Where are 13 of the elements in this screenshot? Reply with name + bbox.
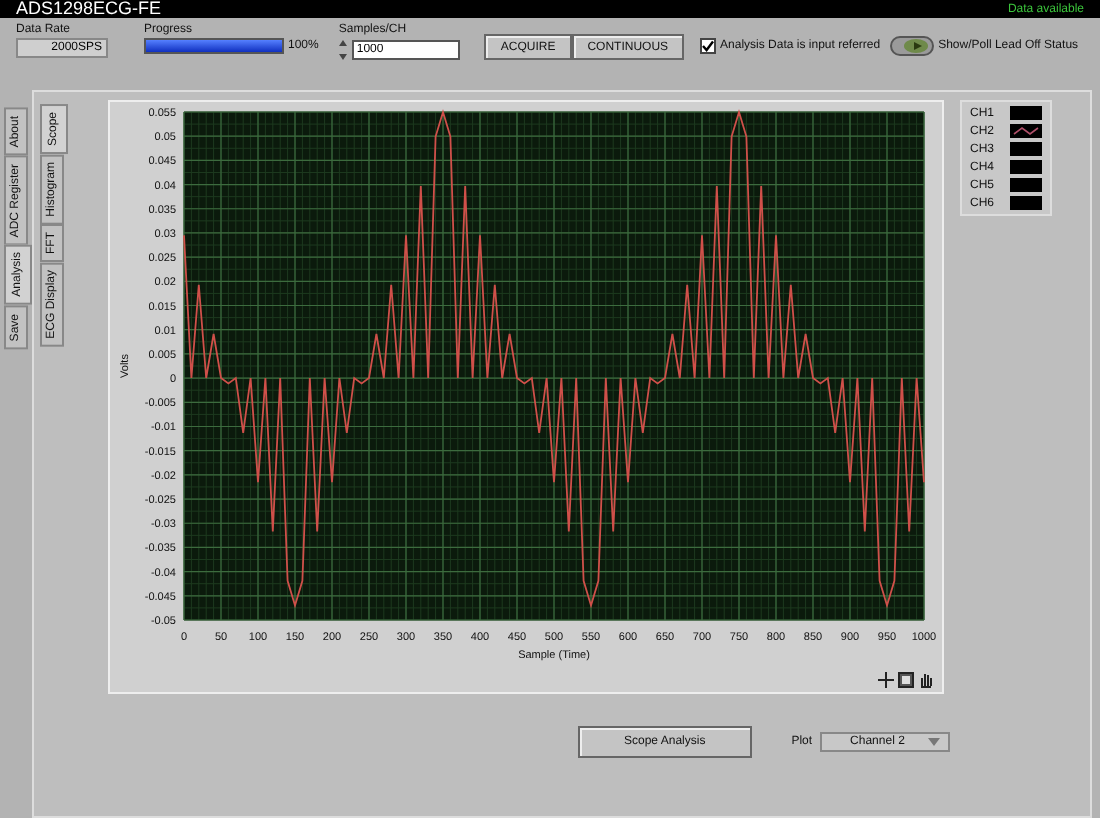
legend-swatch[interactable] bbox=[1010, 196, 1043, 210]
legend-swatch[interactable] bbox=[1010, 106, 1043, 120]
zoom-icon[interactable] bbox=[898, 672, 914, 688]
window-title: ADS1298ECG-FE bbox=[16, 0, 162, 18]
legend-swatch[interactable] bbox=[1010, 178, 1043, 192]
crosshair-icon[interactable] bbox=[878, 672, 894, 688]
legend-swatch[interactable] bbox=[1010, 160, 1043, 174]
checkbox[interactable] bbox=[700, 38, 717, 54]
caret-icon[interactable] bbox=[928, 738, 941, 746]
toggle-switch-icon[interactable] bbox=[890, 36, 935, 56]
legend-swatch[interactable] bbox=[1010, 124, 1043, 138]
legend-swatch[interactable] bbox=[1010, 142, 1043, 156]
hand-icon[interactable] bbox=[918, 672, 934, 688]
